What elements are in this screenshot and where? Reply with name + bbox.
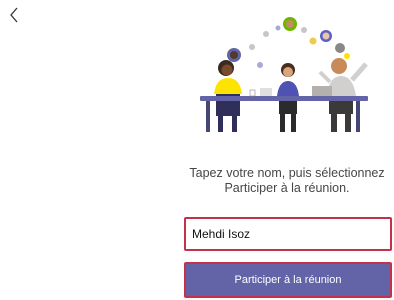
- join-meeting-screen: Tapez votre nom, puis sélectionnez Parti…: [0, 0, 394, 300]
- chevron-left-icon: [10, 7, 18, 23]
- join-meeting-button[interactable]: Participer à la réunion: [184, 262, 392, 298]
- name-input[interactable]: [192, 227, 384, 241]
- instruction-line-1: Tapez votre nom, puis sélectionnez: [189, 166, 385, 180]
- instruction-line-2: Participer à la réunion.: [224, 181, 350, 195]
- instruction-text: Tapez votre nom, puis sélectionnez Parti…: [178, 166, 394, 196]
- meeting-illustration: [200, 17, 368, 132]
- name-field[interactable]: [184, 217, 392, 251]
- back-button[interactable]: [4, 4, 24, 26]
